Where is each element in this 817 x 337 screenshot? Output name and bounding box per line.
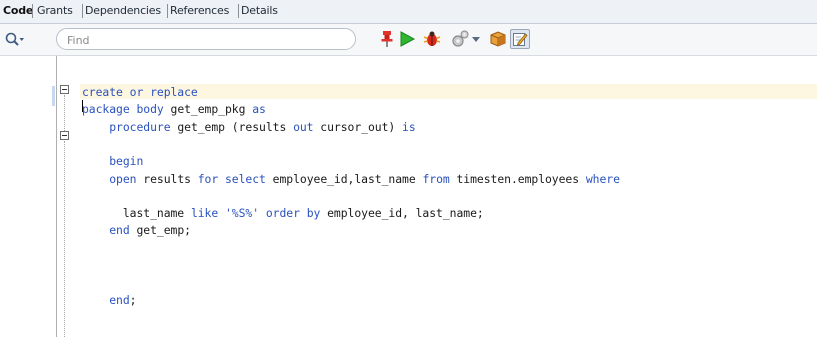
tab-separator xyxy=(32,4,33,18)
code-line: last_name like '%S%' order by employee_i… xyxy=(82,206,484,220)
code-text: cursor_out) xyxy=(313,119,403,134)
tab-details[interactable]: Details xyxy=(241,4,278,17)
code-text: get_emp_pkg xyxy=(163,102,253,117)
change-marker xyxy=(52,86,55,106)
code-keyword: where xyxy=(585,171,620,186)
code-text: ; xyxy=(129,292,137,307)
code-keyword: select xyxy=(225,171,266,186)
pin-icon[interactable] xyxy=(377,29,397,49)
editor-toolbar xyxy=(0,24,817,56)
code-line: end get_emp; xyxy=(82,223,191,237)
code-keyword: end xyxy=(109,292,130,307)
code-keyword: for xyxy=(197,171,219,186)
code-text: get_emp (results xyxy=(170,119,294,134)
tab-separator xyxy=(167,4,168,18)
tab-grants[interactable]: Grants xyxy=(37,4,73,17)
tab-references[interactable]: References xyxy=(170,4,229,17)
fold-toggle-icon[interactable] xyxy=(60,85,69,94)
code-keyword: from xyxy=(422,171,450,186)
tab-code[interactable]: Code xyxy=(3,4,33,17)
code-editor[interactable]: create or replace package body get_emp_pk… xyxy=(0,56,817,337)
edit-icon[interactable] xyxy=(510,29,530,49)
code-text: timesten.employees xyxy=(449,171,586,186)
tab-dependencies[interactable]: Dependencies xyxy=(85,4,161,17)
find-input[interactable] xyxy=(65,31,339,49)
code-keyword: begin xyxy=(109,154,144,169)
code-keyword: package xyxy=(82,102,130,117)
fold-guide xyxy=(64,95,65,131)
code-keyword: end xyxy=(109,223,130,238)
code-keyword: body xyxy=(136,102,164,117)
code-text: results xyxy=(136,171,198,186)
code-keyword: open xyxy=(109,171,137,186)
fold-toggle-icon[interactable] xyxy=(60,131,69,140)
code-keyword: out xyxy=(293,119,314,134)
code-text: employee_id, last_name; xyxy=(320,206,484,221)
code-line: procedure get_emp (results out cursor_ou… xyxy=(82,119,416,134)
settings-icon[interactable] xyxy=(450,29,470,49)
editor-tab-bar: Code Grants Dependencies References Deta… xyxy=(0,0,817,24)
run-icon[interactable] xyxy=(397,29,417,49)
code-line: begin xyxy=(82,154,143,168)
debug-icon[interactable] xyxy=(422,29,442,49)
code-line: end; xyxy=(82,293,136,307)
find-field[interactable] xyxy=(56,28,356,50)
code-keyword: procedure xyxy=(109,119,171,134)
code-line: package body get_emp_pkg as xyxy=(82,102,266,116)
code-line: create or replace xyxy=(82,85,198,99)
code-keyword: create or replace xyxy=(82,85,198,99)
dropdown-arrow-icon[interactable] xyxy=(470,29,482,49)
compile-icon[interactable] xyxy=(488,29,508,49)
code-keyword: is xyxy=(402,119,416,134)
tab-separator xyxy=(238,4,239,18)
code-keyword: order by xyxy=(265,206,321,221)
gutter-divider xyxy=(56,56,57,337)
code-keyword: '%S%' xyxy=(224,206,260,221)
tab-separator xyxy=(82,4,83,18)
code-text: employee_id,last_name xyxy=(265,171,423,186)
code-text: last_name xyxy=(82,206,191,221)
code-keyword: like xyxy=(190,206,219,221)
code-line: open results for select employee_id,last… xyxy=(82,172,620,186)
code-text: get_emp; xyxy=(129,223,191,238)
search-dropdown-icon[interactable] xyxy=(4,30,26,50)
fold-guide xyxy=(64,141,65,337)
code-keyword: as xyxy=(252,102,266,117)
